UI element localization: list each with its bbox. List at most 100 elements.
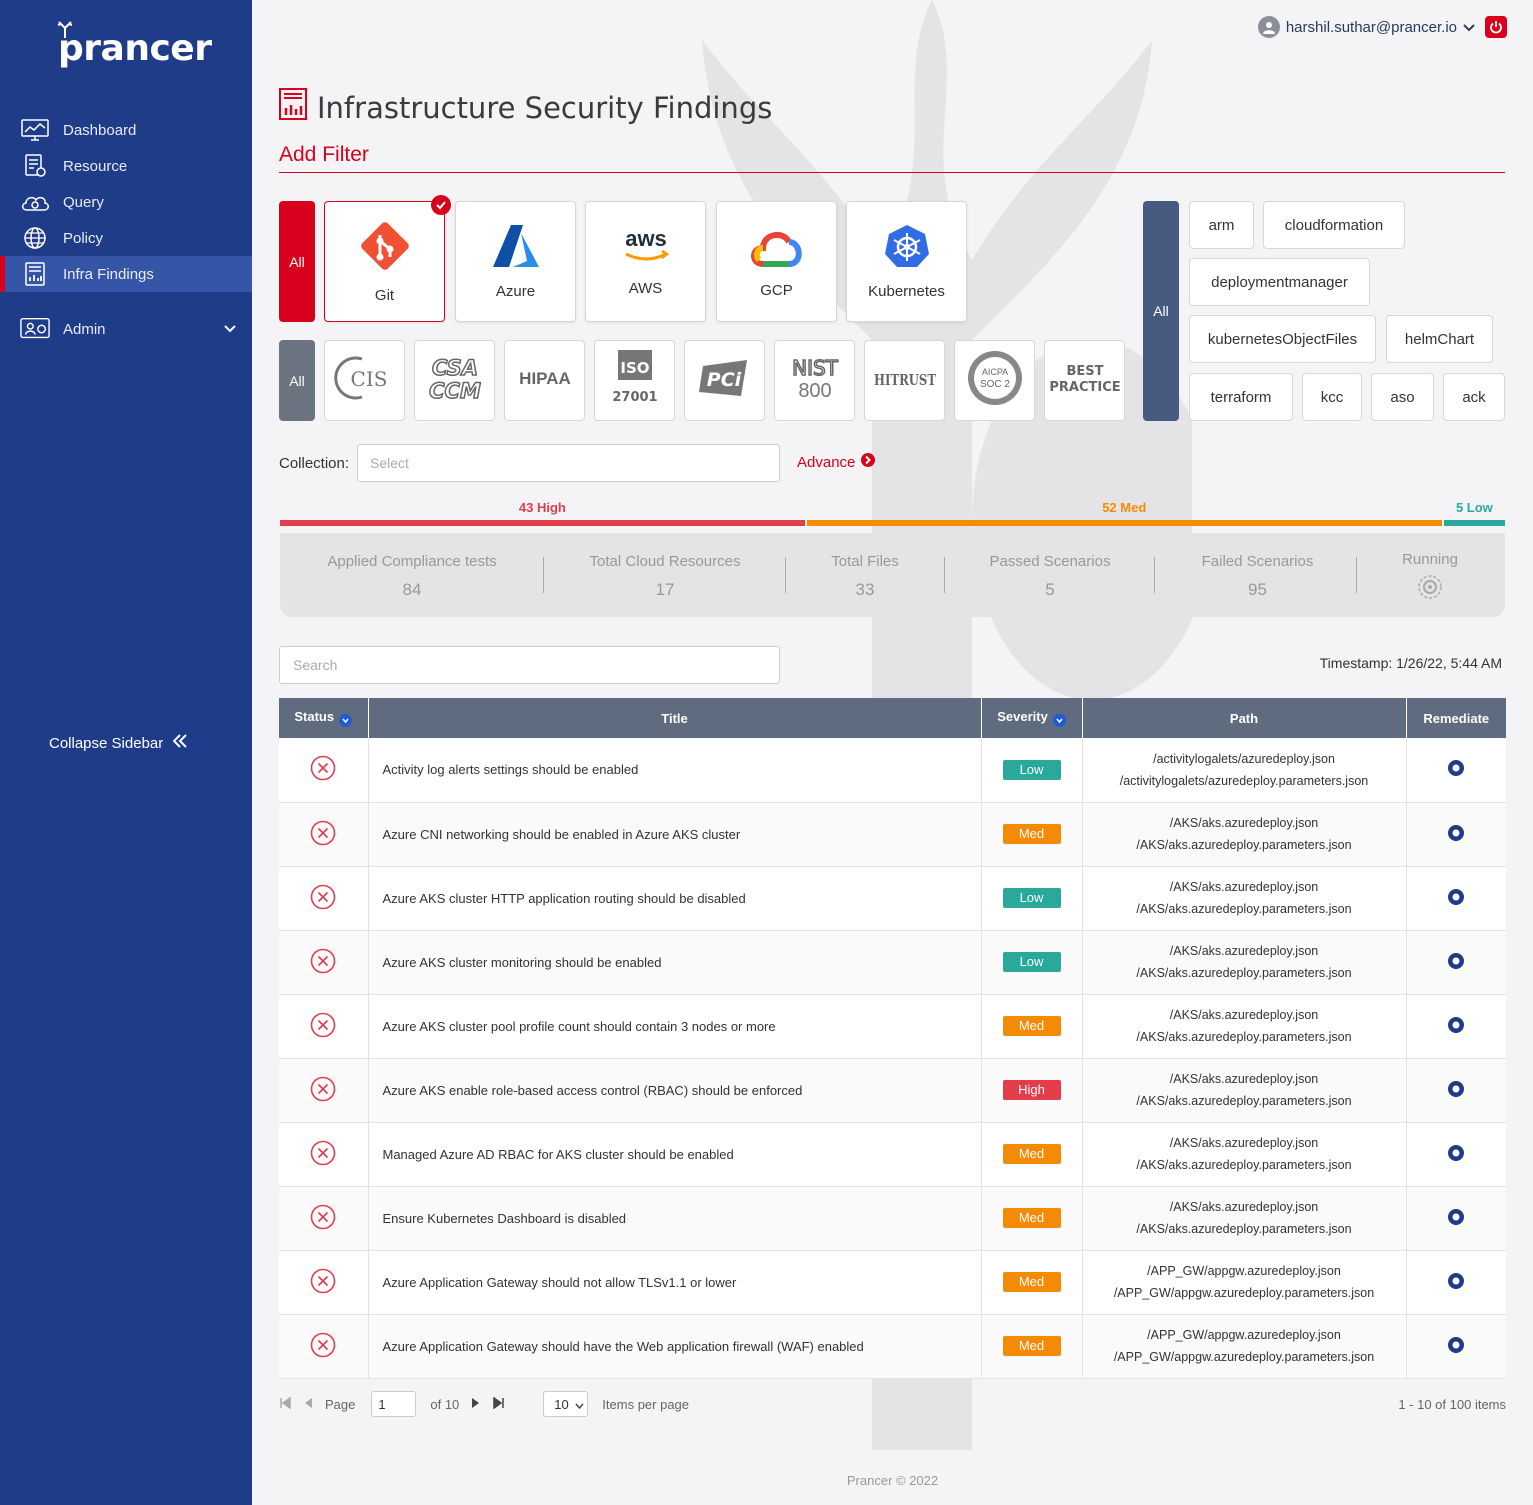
provider-aws-tile[interactable]: aws AWS bbox=[585, 201, 706, 322]
provider-azure-tile[interactable]: Azure bbox=[455, 201, 576, 322]
sidebar-item-dashboard[interactable]: Dashboard bbox=[0, 112, 252, 148]
status-cell bbox=[279, 1186, 369, 1251]
svg-text:SOC 2: SOC 2 bbox=[979, 379, 1009, 390]
path-line: /AKS/aks.azuredeploy.parameters.json bbox=[1136, 1158, 1352, 1172]
compliance-all-button[interactable]: All bbox=[279, 340, 315, 421]
stat-running: Running bbox=[1380, 533, 1480, 617]
table-row[interactable]: Azure AKS cluster monitoring should be e… bbox=[279, 930, 1506, 995]
provider-kubernetes-tile[interactable]: Kubernetes bbox=[846, 201, 967, 322]
template-chip[interactable]: terraform bbox=[1189, 373, 1293, 421]
status-cell bbox=[279, 738, 369, 803]
best-practice-logo-icon: BEST PRACTICE bbox=[1049, 358, 1120, 403]
remediate-button-icon[interactable] bbox=[1447, 1208, 1465, 1229]
failed-status-icon bbox=[310, 820, 336, 849]
sidebar-item-admin[interactable]: Admin bbox=[0, 311, 252, 347]
sidebar-item-query[interactable]: Query bbox=[0, 184, 252, 220]
severity-column-header[interactable]: Severity bbox=[981, 698, 1083, 738]
template-chip[interactable]: arm bbox=[1189, 201, 1254, 249]
remediate-button-icon[interactable] bbox=[1447, 1336, 1465, 1357]
add-filter-heading[interactable]: Add Filter bbox=[279, 143, 1505, 173]
compliance-hitrust-tile[interactable]: HITRUST bbox=[864, 340, 945, 421]
severity-cell: Med bbox=[981, 1122, 1083, 1187]
provider-gcp-tile[interactable]: GCP bbox=[716, 201, 837, 322]
failed-status-icon bbox=[310, 948, 336, 977]
stat-title: Applied Compliance tests bbox=[327, 553, 497, 570]
compliance-best-practice-tile[interactable]: BEST PRACTICE bbox=[1044, 340, 1125, 421]
status-column-header[interactable]: Status bbox=[279, 698, 369, 738]
title-cell: Activity log alerts settings should be e… bbox=[368, 738, 982, 803]
table-row[interactable]: Activity log alerts settings should be e… bbox=[279, 738, 1506, 803]
path-line: /activitylogalets/azuredeploy.parameters… bbox=[1119, 773, 1369, 788]
hitrust-logo-icon: HITRUST bbox=[870, 363, 940, 398]
sidebar-item-resource[interactable]: Resource bbox=[0, 148, 252, 184]
cis-logo-icon: CIS bbox=[333, 353, 396, 408]
severity-cell: High bbox=[981, 1058, 1083, 1123]
compliance-iso-27001-tile[interactable]: ISO 27001 bbox=[594, 340, 675, 421]
table-row[interactable]: Ensure Kubernetes Dashboard is disabled M… bbox=[279, 1186, 1506, 1251]
azure-logo-icon bbox=[491, 223, 541, 273]
power-logout-icon[interactable] bbox=[1485, 16, 1507, 38]
remediate-button-icon[interactable] bbox=[1447, 760, 1465, 780]
last-page-icon[interactable] bbox=[493, 1396, 505, 1412]
remediate-button-icon[interactable] bbox=[1447, 824, 1465, 845]
remediate-button-icon[interactable] bbox=[1447, 1080, 1465, 1101]
path-line: /AKS/aks.azuredeploy.parameters.json bbox=[1136, 1094, 1352, 1108]
next-page-icon[interactable] bbox=[471, 1397, 481, 1412]
compliance-aicpa-soc2-tile[interactable]: AICPA SOC 2 bbox=[954, 340, 1035, 421]
provider-all-button[interactable]: All bbox=[279, 201, 315, 322]
compliance-hipaa-tile[interactable]: HIPAA bbox=[504, 340, 585, 421]
stat-title: Running bbox=[1402, 551, 1458, 568]
remediate-button-icon[interactable] bbox=[1447, 1016, 1465, 1037]
table-row[interactable]: Azure AKS cluster pool profile count sho… bbox=[279, 994, 1506, 1059]
kubernetes-logo-icon bbox=[884, 223, 930, 273]
sidebar-item-infra-findings[interactable]: Infra Findings bbox=[0, 256, 252, 292]
page-number-input[interactable]: 1 bbox=[371, 1391, 417, 1417]
severity-cell: Med bbox=[981, 1314, 1083, 1379]
collection-select[interactable]: Select bbox=[357, 444, 780, 482]
template-chip[interactable]: kubernetesObjectFiles bbox=[1189, 315, 1376, 363]
remediate-button-icon[interactable] bbox=[1447, 1144, 1465, 1165]
items-per-page-select[interactable]: 10 bbox=[543, 1391, 589, 1417]
template-chip[interactable]: helmChart bbox=[1386, 315, 1493, 363]
template-chip[interactable]: aso bbox=[1371, 373, 1434, 421]
findings-search-input[interactable]: Search bbox=[279, 646, 780, 684]
sort-chevron-icon bbox=[339, 714, 353, 727]
prev-page-icon[interactable] bbox=[303, 1397, 313, 1412]
path-line: /activitylogalets/azuredeploy.json bbox=[1153, 751, 1335, 766]
table-row[interactable]: Azure CNI networking should be enabled i… bbox=[279, 802, 1506, 867]
advance-button[interactable]: Advance bbox=[797, 453, 876, 471]
severity-low-bar bbox=[1443, 520, 1505, 526]
stat-value: 95 bbox=[1248, 580, 1267, 599]
remediate-button-icon[interactable] bbox=[1447, 952, 1465, 973]
first-page-icon[interactable] bbox=[279, 1396, 291, 1412]
sidebar-item-policy[interactable]: Policy bbox=[0, 220, 252, 256]
compliance-cis-tile[interactable]: CIS bbox=[324, 340, 405, 421]
compliance-pci-tile[interactable]: PCi bbox=[684, 340, 765, 421]
template-chip[interactable]: ack bbox=[1443, 373, 1505, 421]
template-chip[interactable]: cloudformation bbox=[1263, 201, 1405, 249]
main-content: harshil.suthar@prancer.io Infrastructure… bbox=[252, 0, 1533, 1505]
admin-icon bbox=[20, 317, 50, 341]
table-row[interactable]: Azure AKS enable role-based access contr… bbox=[279, 1058, 1506, 1123]
table-row[interactable]: Azure AKS cluster HTTP application routi… bbox=[279, 866, 1506, 931]
sidebar: prancer Dashboard Resource Query Policy bbox=[0, 0, 252, 1505]
template-chip[interactable]: deploymentmanager bbox=[1189, 258, 1370, 306]
remediate-button-icon[interactable] bbox=[1447, 888, 1465, 909]
template-all-button[interactable]: All bbox=[1143, 201, 1179, 421]
compliance-nist-800-tile[interactable]: NIST 800 bbox=[774, 340, 855, 421]
remediate-button-icon[interactable] bbox=[1447, 1272, 1465, 1293]
table-row[interactable]: Managed Azure AD RBAC for AKS cluster sh… bbox=[279, 1122, 1506, 1187]
table-row[interactable]: Azure Application Gateway should have th… bbox=[279, 1314, 1506, 1379]
severity-cell: Low bbox=[981, 930, 1083, 995]
stat-applied-compliance-tests: Applied Compliance tests 84 bbox=[307, 533, 517, 617]
collapse-sidebar-button[interactable]: Collapse Sidebar bbox=[49, 734, 187, 752]
header-label: Severity bbox=[997, 709, 1048, 724]
prancer-logo[interactable]: prancer bbox=[57, 21, 212, 69]
provider-git-tile[interactable]: Git bbox=[324, 195, 451, 322]
table-row[interactable]: Azure Application Gateway should not all… bbox=[279, 1250, 1506, 1315]
template-chip[interactable]: kcc bbox=[1302, 373, 1362, 421]
aicpa-soc2-logo-icon: AICPA SOC 2 bbox=[965, 348, 1025, 413]
user-menu[interactable]: harshil.suthar@prancer.io bbox=[1257, 16, 1507, 38]
remediate-cell bbox=[1406, 802, 1506, 867]
compliance-csa-ccm-tile[interactable]: CSA CCM bbox=[414, 340, 495, 421]
